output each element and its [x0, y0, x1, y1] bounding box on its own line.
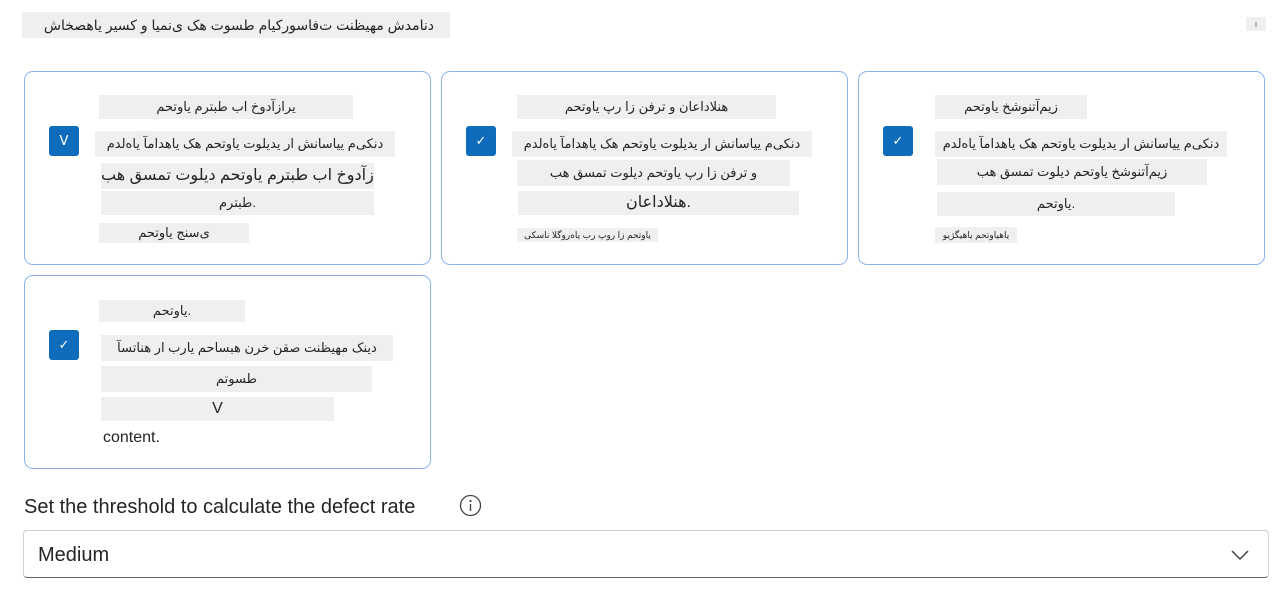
- card-description: دینک مهیظنت صقن خرن هبساحم یارب ار هناتس…: [101, 335, 393, 361]
- metric-card-4[interactable]: ✓ یاوتحم. دینک مهیظنت صقن خرن هبساحم یار…: [24, 275, 431, 469]
- card-description: دنکی‌م ییاسانش ار یدیلوت یاوتحم هک یا‌هد…: [935, 131, 1227, 157]
- card-footnote: یاهیاوتحم یاهیگژیو: [935, 227, 1017, 243]
- card-description: طسوتم: [101, 366, 372, 392]
- threshold-dropdown[interactable]: Medium: [23, 530, 1269, 578]
- chevron-down-icon: [1231, 550, 1249, 561]
- card-description: دنکی‌م ییاسانش ار یدیلوت یاوتحم هک یا‌هد…: [512, 131, 812, 157]
- card-description: content.: [103, 429, 160, 446]
- metric-checkbox-4[interactable]: ✓: [49, 330, 79, 360]
- card-description: یاوتحم.: [937, 192, 1175, 216]
- metric-checkbox-1[interactable]: V: [49, 126, 79, 156]
- metric-checkbox-2[interactable]: ✓: [466, 126, 496, 156]
- threshold-selected-value: Medium: [38, 544, 110, 566]
- card-footnote: یاوتحم زا روپ رب یاه‌روگلا ناسکی: [517, 228, 658, 242]
- card-description: هنلاداعان.: [518, 191, 799, 215]
- checkmark-icon: ✓: [892, 133, 904, 149]
- card-description: یرازآدوخ اب طبترم یاوتحم دیلوت تمسق هب: [101, 163, 374, 189]
- card-title: یرازآدوخ اب طبترم یاوتحم: [99, 95, 353, 119]
- corner-indicator: ı: [1246, 17, 1266, 31]
- card-description: دنکی‌م ییاسانش ار یدیلوت یاوتحم هک یا‌هد…: [95, 131, 395, 157]
- checkmark-icon: ✓: [475, 133, 487, 149]
- metric-checkbox-3[interactable]: ✓: [883, 126, 913, 156]
- info-icon[interactable]: [459, 494, 482, 517]
- card-title: هنلاداعان و ترفن زا رپ یاوتحم: [517, 95, 776, 119]
- card-title: یاوتحم.: [99, 300, 245, 322]
- metric-card-2[interactable]: ✓ هنلاداعان و ترفن زا رپ یاوتحم دنکی‌م ی…: [441, 71, 848, 265]
- card-description: و ترفن زا رپ یاوتحم دیلوت تمسق هب: [517, 160, 790, 186]
- card-description: زیم‌آتنوشخ یاوتحم دیلوت تمسق هب: [937, 159, 1207, 185]
- checkmark-icon: V: [59, 133, 69, 149]
- card-description: V: [101, 397, 334, 421]
- threshold-label: Set the threshold to calculate the defec…: [24, 496, 416, 518]
- card-footnote: ی‌سنج یاوتحم: [99, 223, 249, 243]
- metric-card-3[interactable]: ✓ زیم‌آتنوشخ یاوتحم دنکی‌م ییاسانش ار ید…: [858, 71, 1265, 265]
- checkmark-icon: ✓: [58, 337, 70, 353]
- section-header: دنامدش مهیظنت ت‌فاسورکیام طسوت هک ی‌نمیا…: [22, 12, 450, 38]
- card-title: زیم‌آتنوشخ یاوتحم: [935, 95, 1087, 119]
- metric-card-1[interactable]: V یرازآدوخ اب طبترم یاوتحم دنکی‌م ییاسان…: [24, 71, 431, 265]
- card-description: طبترم.: [101, 191, 374, 215]
